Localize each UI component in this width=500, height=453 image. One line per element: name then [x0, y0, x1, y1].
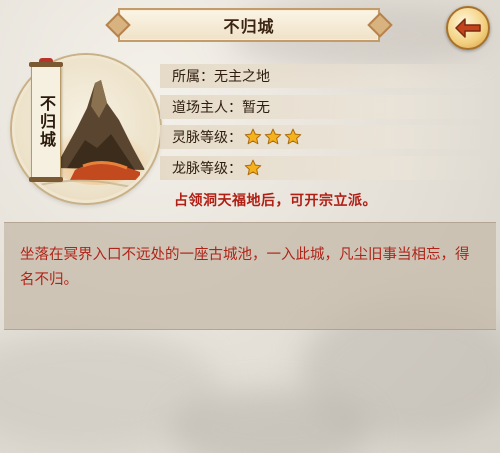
star-icon	[244, 159, 262, 176]
star-icon	[284, 128, 302, 145]
banner-left-ornament	[105, 12, 131, 38]
spirit-vein-row: 灵脉等级：	[160, 125, 490, 149]
star-icon	[264, 128, 282, 145]
master-label: 道场主人：	[172, 100, 242, 116]
owner-row: 所属： 无主之地	[160, 64, 490, 88]
title-banner: 不归城	[105, 8, 393, 42]
spirit-vein-label: 灵脉等级：	[172, 130, 242, 146]
owner-value: 无主之地	[214, 69, 270, 85]
description-text: 坐落在冥界入口不远处的一座古城池，一入此城，凡尘旧事当相忘，得名不归。	[20, 247, 470, 288]
banner-right-ornament	[367, 12, 393, 38]
location-name-vertical: 不归城	[37, 95, 56, 149]
star-icon	[244, 128, 262, 145]
page-title: 不归城	[223, 17, 275, 36]
spirit-vein-stars	[244, 128, 302, 146]
dragon-vein-stars	[244, 159, 262, 177]
description-panel: 坐落在冥界入口不远处的一座古城池，一入此城，凡尘旧事当相忘，得名不归。	[4, 222, 496, 330]
dragon-vein-row: 龙脉等级：	[160, 156, 490, 180]
master-value: 暂无	[242, 100, 270, 116]
occupy-notice: 占领洞天福地后，可开宗立派。	[174, 193, 377, 209]
dragon-vein-label: 龙脉等级：	[172, 161, 242, 177]
back-arrow-icon	[455, 18, 481, 38]
location-name-scroll: 不归城	[29, 62, 63, 182]
master-row: 道场主人： 暂无	[160, 95, 490, 119]
back-button[interactable]	[446, 6, 490, 50]
owner-label: 所属：	[172, 69, 214, 85]
